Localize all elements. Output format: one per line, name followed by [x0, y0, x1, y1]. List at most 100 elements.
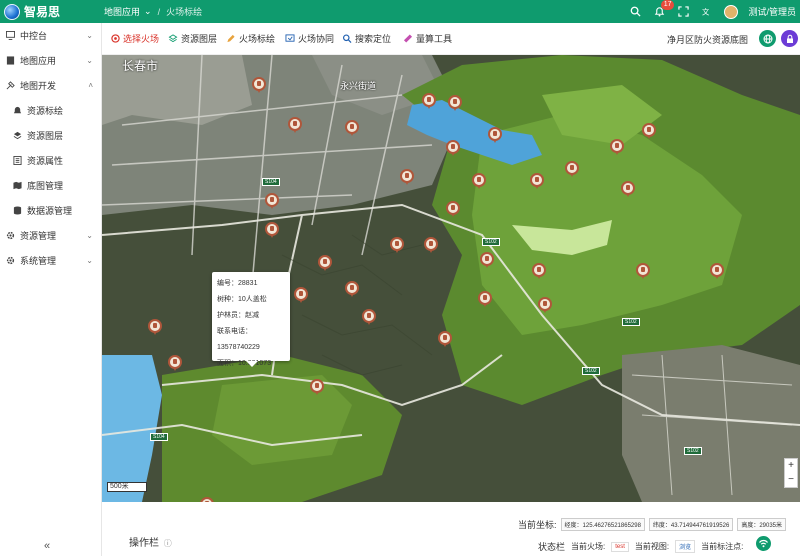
- sidebar-item-basemap[interactable]: 底图管理: [0, 173, 101, 198]
- sidebar: 中控台 ⌄ 地图应用 ⌄ 地图开发 ˄ 资源标绘 资源图层 资源属性 底图管理: [0, 23, 102, 556]
- current-plot-label: 当前标注点:: [701, 542, 744, 551]
- resource-marker[interactable]: [265, 193, 279, 209]
- globe-button[interactable]: [759, 30, 776, 47]
- map-icon: [12, 181, 22, 191]
- info-icon[interactable]: ⓘ: [164, 539, 172, 548]
- resource-marker[interactable]: [294, 287, 308, 303]
- zoom-control: + −: [784, 458, 798, 488]
- resource-marker[interactable]: [345, 120, 359, 136]
- layers-icon: [12, 131, 22, 141]
- resource-marker[interactable]: [448, 95, 462, 111]
- resource-marker[interactable]: [532, 263, 546, 279]
- app-logo[interactable]: 智易思: [0, 0, 102, 23]
- resource-marker[interactable]: [345, 281, 359, 297]
- resource-marker[interactable]: [472, 173, 486, 189]
- app-name: 智易思: [24, 5, 61, 19]
- resource-marker[interactable]: [565, 161, 579, 177]
- current-view-value: 浏览: [675, 540, 696, 553]
- resource-marker[interactable]: [480, 252, 494, 268]
- sidebar-item-datasource[interactable]: 数据源管理: [0, 198, 101, 223]
- sidebar-item-resource-mgmt[interactable]: 资源管理 ⌄: [0, 223, 101, 248]
- resource-marker[interactable]: [424, 237, 438, 253]
- resource-marker[interactable]: [318, 255, 332, 271]
- search-icon[interactable]: [628, 5, 642, 19]
- zoom-out-button[interactable]: −: [785, 473, 797, 487]
- current-view-label: 当前视图:: [634, 542, 670, 551]
- breadcrumb-item-map-app[interactable]: 地图应用: [104, 5, 140, 18]
- resource-marker[interactable]: [310, 379, 324, 395]
- sidebar-item-map-app[interactable]: 地图应用 ⌄: [0, 48, 101, 73]
- user-name[interactable]: 测试/管理员: [748, 5, 796, 18]
- coords-label: 当前坐标:: [518, 520, 557, 530]
- resource-marker[interactable]: [265, 222, 279, 238]
- resource-marker[interactable]: [422, 93, 436, 109]
- sidebar-item-system-mgmt[interactable]: 系统管理 ⌄: [0, 248, 101, 273]
- breadcrumb: 地图应用 ⌄ / 火场标绘: [104, 0, 202, 23]
- resource-layer-button[interactable]: 资源图层: [168, 32, 217, 45]
- avatar[interactable]: [724, 4, 739, 19]
- resource-marker[interactable]: [710, 263, 724, 279]
- resource-marker[interactable]: [488, 127, 502, 143]
- resource-marker[interactable]: [446, 140, 460, 156]
- sidebar-item-resource-plot[interactable]: 资源标绘: [0, 98, 101, 123]
- chevron-down-icon[interactable]: ⌄: [144, 6, 152, 17]
- chevron-down-icon: ⌄: [86, 31, 93, 40]
- map-view[interactable]: 长春市 永兴街道 S104 S102 S102 S102 S104 S102 编…: [102, 55, 800, 502]
- sidebar-item-label: 地图开发: [20, 81, 57, 91]
- wifi-icon: [759, 539, 768, 548]
- resource-marker[interactable]: [148, 319, 162, 335]
- resource-info-popup: 编号：28831 树种：10人盖松 护林员：赵减 联系电话：1357874022…: [212, 272, 290, 367]
- lock-button[interactable]: [781, 30, 798, 47]
- bell-icon: [12, 106, 22, 116]
- resource-marker[interactable]: [530, 173, 544, 189]
- sidebar-item-label: 地图应用: [20, 56, 57, 66]
- resource-marker[interactable]: [478, 291, 492, 307]
- map-doc-icon: [5, 56, 15, 66]
- sidebar-item-label: 资源标绘: [27, 106, 64, 116]
- resource-marker[interactable]: [446, 201, 460, 217]
- sidebar-item-resource-attr[interactable]: 资源属性: [0, 148, 101, 173]
- zoom-in-button[interactable]: +: [785, 459, 797, 473]
- breadcrumb-item-current: 火场标绘: [166, 7, 203, 17]
- resource-marker[interactable]: [288, 117, 302, 133]
- connection-button[interactable]: [756, 536, 771, 551]
- sidebar-item-map-dev[interactable]: 地图开发 ˄: [0, 73, 101, 98]
- layers-icon: [168, 34, 178, 44]
- resource-marker[interactable]: [636, 263, 650, 279]
- road-label: S102: [622, 318, 640, 326]
- resource-marker[interactable]: [252, 77, 266, 93]
- translate-icon[interactable]: 文: [700, 5, 714, 19]
- current-fire-value: test: [611, 541, 629, 552]
- bell-icon[interactable]: 17: [652, 0, 675, 19]
- chevron-down-icon: ⌄: [86, 56, 93, 65]
- gear-icon: [5, 231, 15, 241]
- resource-marker[interactable]: [390, 237, 404, 253]
- fullscreen-icon[interactable]: [676, 5, 690, 19]
- collapse-sidebar-button[interactable]: «: [44, 540, 50, 552]
- resource-marker[interactable]: [538, 297, 552, 313]
- header-actions: 17 文 测试/管理员: [628, 0, 800, 23]
- fire-sync-button[interactable]: 火场协同: [285, 32, 334, 45]
- resource-marker[interactable]: [362, 309, 376, 325]
- measure-tool-button[interactable]: 量算工具: [403, 32, 452, 45]
- search-locate-button[interactable]: 搜索定位: [342, 32, 391, 45]
- latitude-value: 纬度：43.714944761919526: [648, 518, 734, 531]
- notification-badge: 17: [660, 0, 675, 10]
- sidebar-item-console[interactable]: 中控台 ⌄: [0, 23, 101, 48]
- fire-plot-button[interactable]: 火场标绘: [226, 32, 275, 45]
- select-fire-button[interactable]: 选择火场: [110, 32, 159, 45]
- road-label: S104: [150, 433, 168, 441]
- sidebar-item-label: 资源管理: [20, 231, 57, 241]
- popup-phone: 联系电话：13578740229: [217, 328, 260, 351]
- resource-marker[interactable]: [610, 139, 624, 155]
- resource-marker[interactable]: [438, 331, 452, 347]
- fire-target-icon: [110, 34, 120, 44]
- resource-marker[interactable]: [642, 123, 656, 139]
- sidebar-item-label: 底图管理: [27, 181, 64, 191]
- resource-marker[interactable]: [168, 355, 182, 371]
- globe-icon: [763, 34, 772, 43]
- sidebar-item-resource-layer[interactable]: 资源图层: [0, 123, 101, 148]
- resource-marker[interactable]: [621, 181, 635, 197]
- sidebar-item-label: 系统管理: [20, 256, 57, 266]
- resource-marker[interactable]: [400, 169, 414, 185]
